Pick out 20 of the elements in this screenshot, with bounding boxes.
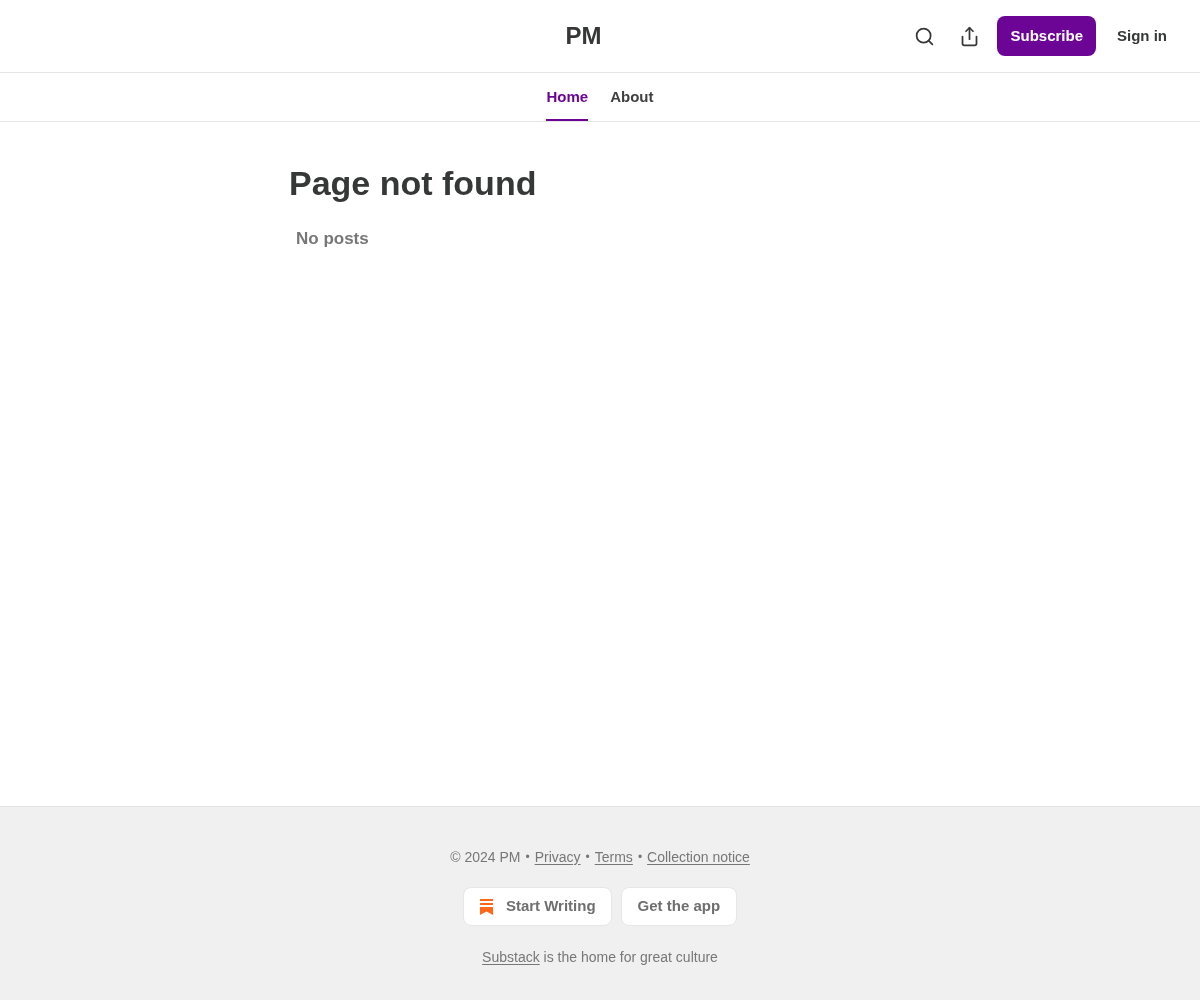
start-writing-button[interactable]: Start Writing	[462, 887, 612, 926]
separator-dot: •	[585, 849, 590, 866]
subscribe-button[interactable]: Subscribe	[997, 16, 1096, 56]
separator-dot: •	[637, 849, 643, 866]
tagline-text: Substack is the home for great culture	[482, 948, 718, 967]
search-icon[interactable]	[914, 25, 936, 47]
publication-title[interactable]: PM	[565, 24, 602, 48]
footer-link[interactable]: Collection notice	[647, 846, 750, 868]
empty-message: No posts	[296, 228, 370, 250]
page-heading: Page not found	[289, 163, 538, 204]
nav-tab[interactable]: About	[610, 73, 654, 121]
substack-link[interactable]: Substack	[482, 949, 540, 965]
separator-dot: •	[525, 849, 530, 866]
sign-in-button[interactable]: Sign in	[1117, 24, 1167, 48]
get-app-button[interactable]: Get the app	[620, 887, 738, 926]
nav-tab[interactable]: Home	[546, 73, 589, 121]
footer-link[interactable]: Privacy	[534, 846, 581, 868]
copyright-text: © 2024 PM	[450, 847, 521, 867]
bookmark-icon	[479, 898, 493, 915]
footer-link[interactable]: Terms	[594, 846, 633, 868]
